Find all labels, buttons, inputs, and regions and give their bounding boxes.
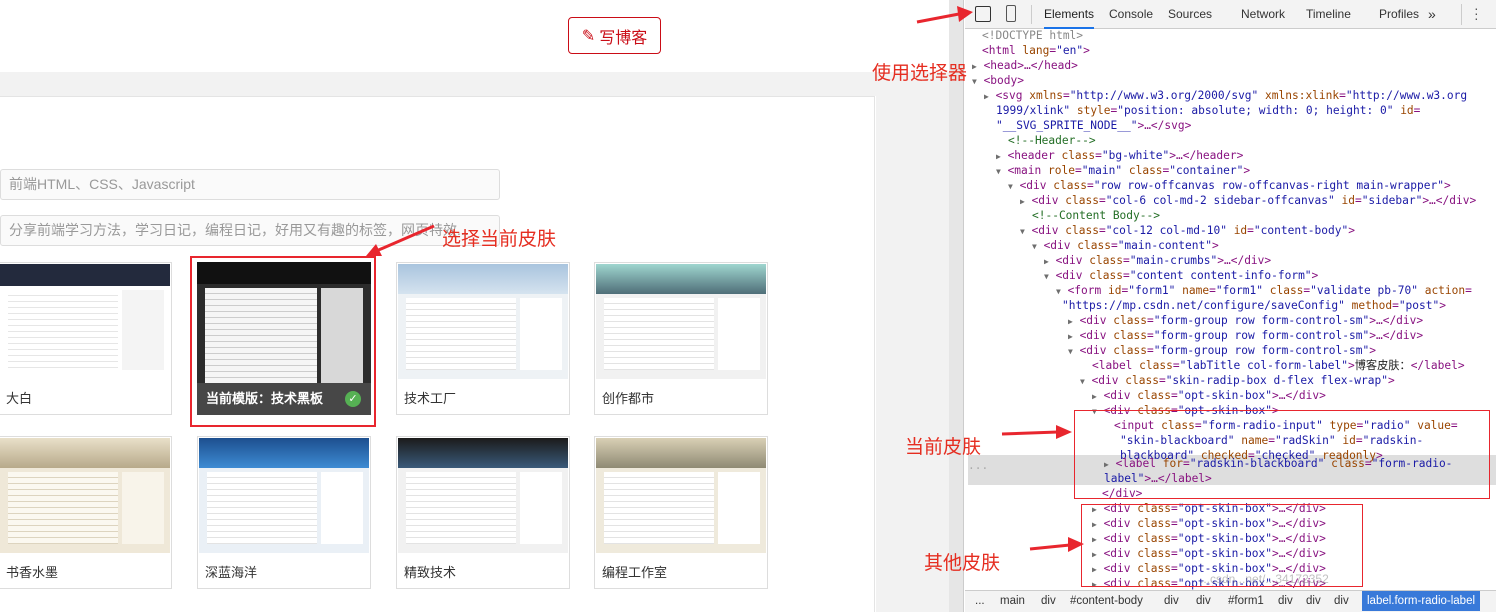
skin-preview <box>398 438 568 553</box>
current-skin-box <box>1074 410 1490 499</box>
skin-preview <box>596 438 766 553</box>
skin-option-ink[interactable]: 书香水墨 <box>0 436 172 589</box>
skin-preview <box>596 264 766 379</box>
tab-sources[interactable]: Sources <box>1168 0 1212 29</box>
skin-option-deep-ocean[interactable]: 深蓝海洋 <box>197 436 371 589</box>
skin-option-creative-city[interactable]: 创作都市 <box>594 262 768 415</box>
node-svg-cont: 1999/xlink" style="position: absolute; w… <box>996 104 1421 117</box>
devtools-breadcrumbs: ... main div #content-body div div #form… <box>965 590 1496 612</box>
skin-preview <box>197 262 371 383</box>
blog-settings-page: ✎ 写博客 前端HTML、CSS、Javascript 分享前端学习方法，学习日… <box>0 0 949 612</box>
skin-preview <box>0 438 170 553</box>
devtools-toolbar: Elements Console Sources Network Timelin… <box>965 0 1496 29</box>
annotation-arrow <box>366 224 435 256</box>
crumb-ellipsis[interactable]: ... <box>975 591 985 611</box>
node-form[interactable]: ▼ <form id="form1" name="form1" class="v… <box>1056 284 1472 300</box>
crumb-div[interactable]: div <box>1334 591 1349 611</box>
crumb-div[interactable]: div <box>1306 591 1321 611</box>
node-body[interactable]: ▼ <body> <box>972 74 1024 90</box>
tab-elements[interactable]: Elements <box>1044 0 1095 29</box>
skin-option-coding-studio[interactable]: 编程工作室 <box>594 436 768 589</box>
annotation-arrow <box>1029 537 1084 552</box>
skin-label: 精致技术 <box>404 565 457 580</box>
skin-option-blackboard[interactable]: 当前模版：技术黑板 ✓ <box>197 262 371 415</box>
current-skin-overlay: 当前模版：技术黑板 ✓ <box>197 383 371 415</box>
more-tabs-icon[interactable]: » <box>1428 0 1436 29</box>
skin-label: 编程工作室 <box>602 565 668 580</box>
node-div-crumbs[interactable]: ▶ <div class="main-crumbs">…</div> <box>1044 254 1271 270</box>
tab-timeline[interactable]: Timeline <box>1306 0 1351 29</box>
node-div-form-wrap[interactable]: ▼ <div class="content content-info-form"… <box>1044 269 1318 285</box>
tab-console[interactable]: Console <box>1109 0 1153 29</box>
skin-option-tech-factory[interactable]: 技术工厂 <box>396 262 570 415</box>
toolbar-divider <box>1031 5 1032 24</box>
node-svg-cont2: "__SVG_SPRITE_NODE__">…</svg> <box>996 119 1192 132</box>
kebab-menu-icon[interactable]: · · · <box>1474 1 1479 25</box>
skin-preview <box>0 264 170 379</box>
crumb-label-selected[interactable]: label.form-radio-label <box>1362 591 1481 611</box>
node-opt-skin-box[interactable]: ▶ <div class="opt-skin-box">…</div> <box>1092 389 1326 405</box>
skin-label: 书香水墨 <box>6 565 59 580</box>
crumb-div[interactable]: div <box>1196 591 1211 611</box>
node-head[interactable]: ▶ <head>…</head> <box>972 59 1078 75</box>
inspect-element-icon[interactable] <box>975 6 991 22</box>
blog-title-input[interactable]: 前端HTML、CSS、Javascript <box>0 169 500 200</box>
device-mode-icon[interactable] <box>1006 5 1016 22</box>
node-form-group[interactable]: ▶ <div class="form-group row form-contro… <box>1068 329 1423 345</box>
check-icon: ✓ <box>345 391 361 407</box>
node-main[interactable]: ▼ <main role="main" class="container"> <box>996 164 1250 180</box>
skin-option-fine-tech[interactable]: 精致技术 <box>396 436 570 589</box>
annotation-select-current: 选择当前皮肤 <box>442 229 557 250</box>
node-skin-box[interactable]: ▼ <div class="skin-radip-box d-flex flex… <box>1080 374 1395 390</box>
pencil-icon: ✎ <box>581 27 596 45</box>
node-doctype[interactable]: <!DOCTYPE html> <box>982 29 1083 44</box>
node-form-group[interactable]: ▼ <div class="form-group row form-contro… <box>1068 344 1376 360</box>
skin-preview <box>199 438 369 553</box>
ellipsis-marker: ... <box>968 459 989 472</box>
node-html[interactable]: <html lang="en"> <box>982 44 1090 59</box>
skin-label: 深蓝海洋 <box>205 565 258 580</box>
node-header[interactable]: ▶ <header class="bg-white">…</header> <box>996 149 1243 165</box>
write-blog-label: 写博客 <box>599 29 648 47</box>
other-skins-box <box>1081 504 1363 587</box>
annotation-use-selector: 使用选择器 <box>872 63 968 84</box>
tab-network[interactable]: Network <box>1241 0 1285 29</box>
annotation-arrow <box>916 6 973 24</box>
skin-label: 大白 <box>6 391 33 406</box>
node-comment-header[interactable]: <!--Header--> <box>1008 134 1096 149</box>
devtools-resize-handle[interactable] <box>949 0 964 612</box>
tab-profiles[interactable]: Profiles <box>1379 0 1419 29</box>
crumb-div[interactable]: div <box>1278 591 1293 611</box>
node-div-main-content[interactable]: ▼ <div class="main-content"> <box>1032 239 1219 255</box>
crumb-content-body[interactable]: #content-body <box>1070 591 1143 611</box>
node-svg[interactable]: ▶ <svg xmlns="http://www.w3.org/2000/svg… <box>984 89 1467 105</box>
node-div-content-body[interactable]: ▼ <div class="col-12 col-md-10" id="cont… <box>1020 224 1355 240</box>
skin-option-dabai[interactable]: 大白 <box>0 262 172 415</box>
gray-separator <box>0 72 949 96</box>
crumb-form1[interactable]: #form1 <box>1228 591 1264 611</box>
skin-label: 创作都市 <box>602 391 655 406</box>
skin-label: 技术工厂 <box>404 391 457 406</box>
crumb-main[interactable]: main <box>1000 591 1025 611</box>
write-blog-button[interactable]: ✎ 写博客 <box>568 17 661 54</box>
node-label-title[interactable]: <label class="labTitle col-form-label">博… <box>1092 359 1465 374</box>
node-form-group[interactable]: ▶ <div class="form-group row form-contro… <box>1068 314 1423 330</box>
crumb-div[interactable]: div <box>1041 591 1056 611</box>
annotation-arrow <box>1001 425 1072 439</box>
node-div-sidebar[interactable]: ▶ <div class="col-6 col-md-2 sidebar-off… <box>1020 194 1476 210</box>
toolbar-divider <box>1461 4 1462 25</box>
node-form-cont: "https://mp.csdn.net/configure/saveConfi… <box>1062 299 1446 312</box>
annotation-current-skin: 当前皮肤 <box>905 437 982 458</box>
node-comment-content[interactable]: <!--Content Body--> <box>1032 209 1160 224</box>
crumb-div[interactable]: div <box>1164 591 1179 611</box>
right-gutter <box>876 96 949 612</box>
node-div-row[interactable]: ▼ <div class="row row-offcanvas row-offc… <box>1008 179 1451 195</box>
current-skin-label: 当前模版：技术黑板 <box>206 391 324 406</box>
skin-preview <box>398 264 568 379</box>
annotation-other-skins: 其他皮肤 <box>924 553 1001 574</box>
